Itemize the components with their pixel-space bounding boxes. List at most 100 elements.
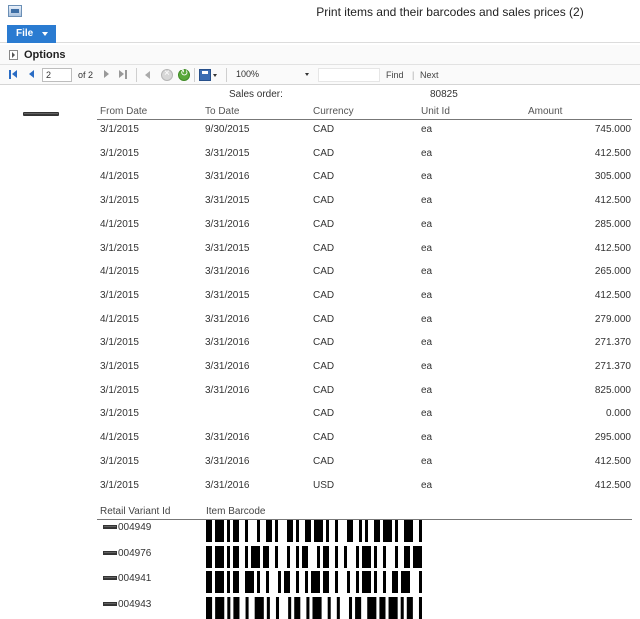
barcode-bar [227,571,230,593]
barcode-bar [233,571,239,593]
first-page-icon[interactable] [9,69,19,81]
variant-row: 004943 [0,596,640,619]
table-row: 3/1/2015 3/31/2015 CAD ea 412.500 [0,148,640,172]
table-row: 3/1/2015 CAD ea 0.000 [0,408,640,432]
column-header-from-date: From Date [100,106,148,117]
from-date-cell: 3/1/2015 [100,479,139,491]
barcode-bar [245,571,254,593]
last-page-icon[interactable] [119,69,129,81]
unit-id-cell: ea [421,218,433,230]
unit-id-cell: ea [421,337,433,349]
table-row: 3/1/2015 3/31/2015 CAD ea 412.500 [0,243,640,267]
amount-cell: 412.500 [594,289,631,301]
options-bar[interactable]: Options [0,45,640,65]
table-row: 3/1/2015 3/31/2016 USD ea 412.500 [0,480,640,504]
amount-cell: 265.000 [594,266,631,278]
barcode-bar [383,520,392,542]
toolbar-divider [136,68,137,82]
barcode-bar [359,520,362,542]
unit-id-cell: ea [421,124,433,135]
toolbar-divider [194,68,195,82]
barcode-bar [347,520,353,542]
barcode-bar [374,545,377,568]
retail-variant-id-cell: 004976 [103,548,151,559]
file-menu-label: File [16,28,34,39]
from-date-cell: 4/1/2015 [100,432,139,444]
find-input[interactable] [318,68,380,82]
retail-variant-id-cell: 004941 [103,573,151,584]
stop-icon[interactable] [161,68,173,81]
report-page: Sales order: 80825 From Date To Date Cur… [0,86,640,619]
expand-icon[interactable] [9,50,18,60]
barcode-bar [294,596,301,619]
barcode-bar [227,545,230,568]
zoom-select[interactable]: 100% [232,68,312,82]
barcode-bar [305,520,311,542]
chevron-down-icon [305,73,309,76]
barcode-bar [344,545,347,568]
from-date-cell: 3/1/2015 [100,124,139,135]
find-next-button[interactable]: Next [420,70,439,80]
barcode-bar [367,596,377,619]
find-button[interactable]: Find [386,70,404,80]
barcode-bar [245,520,248,542]
unit-id-cell: ea [421,455,433,467]
column-header-unit-id: Unit Id [421,106,450,117]
current-page-input[interactable] [42,68,72,82]
unit-id-cell: ea [421,479,433,491]
unit-id-cell: ea [421,147,433,159]
barcode-bar [335,571,338,593]
export-icon[interactable] [199,69,217,81]
report-toolbar: of 2 100% Find | Next [0,65,640,85]
from-date-cell: 3/1/2015 [100,384,139,396]
from-date-cell: 3/1/2015 [100,242,139,254]
barcode-bar [374,520,380,542]
menu-bar: File [0,24,640,43]
barcode-bar [356,571,359,593]
table-row: 3/1/2015 3/31/2016 CAD ea 412.500 [0,456,640,480]
currency-cell: CAD [313,171,335,183]
amount-cell: 279.000 [594,313,631,325]
to-date-cell: 3/31/2016 [205,361,250,372]
retail-variant-id-cell: 004949 [103,522,151,533]
unit-id-cell: ea [421,313,433,325]
retail-variant-id-text: 004943 [118,598,152,610]
column-header-item-barcode: Item Barcode [206,506,266,517]
amount-cell: 412.500 [594,195,631,207]
next-page-icon[interactable] [103,69,111,81]
barcode-bar [302,545,308,568]
barcode-bar [215,545,224,568]
table-row: 3/1/2015 3/31/2015 CAD ea 412.500 [0,290,640,314]
to-date-cell: 3/31/2016 [205,266,250,278]
barcode-bar [206,571,212,593]
barcode-bar [227,596,231,619]
barcode-bar [206,545,212,568]
sales-order-value: 80825 [430,89,458,100]
currency-cell: CAD [313,124,335,135]
refresh-icon[interactable] [178,68,190,81]
barcode-bar [233,596,240,619]
barcode-bar [401,571,410,593]
to-date-cell: 3/31/2016 [205,432,250,444]
barcode-bar [395,520,398,542]
barcode-bar [215,571,224,593]
barcode-bar [312,596,322,619]
barcode-bar [326,520,329,542]
options-label: Options [24,49,66,61]
chevron-down-icon [42,32,48,36]
barcode-bar [374,571,377,593]
back-to-parent-icon[interactable] [144,69,153,81]
amount-cell: 305.000 [594,171,631,183]
amount-cell: 271.370 [594,337,631,349]
currency-cell: CAD [313,195,335,207]
toolbar-divider [226,68,227,82]
column-header-currency: Currency [313,106,354,117]
barcode-bar [257,520,260,542]
from-date-cell: 4/1/2015 [100,171,139,183]
column-header-to-date: To Date [205,106,240,117]
barcode-bar [418,596,422,619]
item-barcode [206,520,422,542]
previous-page-icon[interactable] [28,69,36,81]
file-menu-button[interactable]: File [7,25,56,43]
barcode-bar [287,545,290,568]
